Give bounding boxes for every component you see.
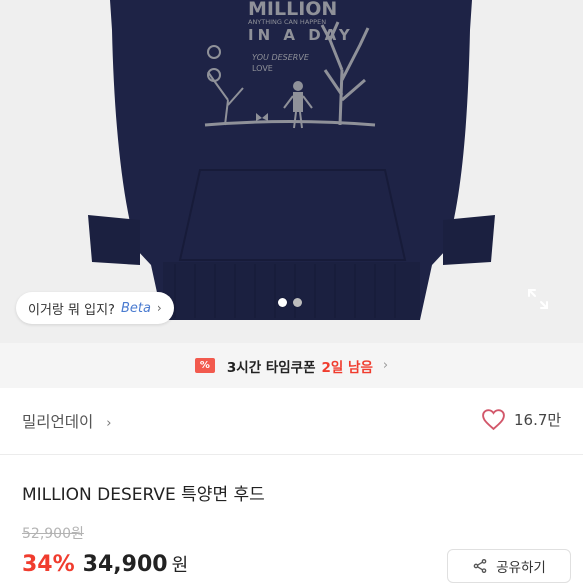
chevron-right-icon: › bbox=[106, 416, 112, 431]
share-label: 공유하기 bbox=[496, 560, 546, 576]
expand-icon[interactable] bbox=[526, 287, 550, 311]
discount-rate: 34% bbox=[22, 552, 75, 577]
chevron-right-icon: › bbox=[382, 358, 389, 373]
chip-label: 이거랑 뭐 입지? bbox=[28, 302, 115, 318]
product-image-carousel[interactable]: MILLION ANYTHING CAN HAPPEN IN A DAY YOU… bbox=[0, 0, 583, 343]
price-row: 34% 34,900 원 bbox=[22, 551, 188, 577]
share-icon bbox=[473, 559, 487, 573]
carousel-dot[interactable] bbox=[293, 298, 302, 307]
coupon-label: 3시간 타임쿠폰 bbox=[226, 359, 316, 376]
brand-name: 밀리언데이 bbox=[22, 413, 94, 431]
brand-row: 밀리언데이 › 16.7만 bbox=[0, 388, 583, 454]
print-you-deserve: YOU DESERVE bbox=[252, 53, 310, 62]
sale-price: 34,900 bbox=[82, 552, 168, 577]
divider bbox=[0, 454, 583, 455]
original-price: 52,900원 bbox=[22, 526, 84, 542]
print-tagline: ANYTHING CAN HAPPEN bbox=[248, 18, 326, 26]
coupon-icon bbox=[194, 358, 215, 373]
coupon-remaining: 2일 남음 bbox=[321, 359, 373, 376]
heart-icon bbox=[482, 409, 505, 431]
beta-label: Beta bbox=[120, 300, 151, 316]
carousel-indicator bbox=[278, 298, 302, 307]
print-subline: IN A DAY bbox=[248, 26, 354, 44]
outfit-suggestion-chip[interactable]: 이거랑 뭐 입지? Beta › bbox=[16, 292, 174, 324]
like-count: 16.7만 bbox=[514, 411, 562, 429]
print-headline: MILLION bbox=[248, 0, 337, 20]
chevron-right-icon: › bbox=[156, 301, 162, 315]
print-love: LOVE bbox=[252, 64, 273, 73]
time-coupon-banner[interactable]: 3시간 타임쿠폰 2일 남음 › bbox=[0, 343, 583, 388]
currency-label: 원 bbox=[171, 555, 189, 576]
brand-link[interactable]: 밀리언데이 › bbox=[22, 410, 111, 432]
product-title: MILLION DESERVE 특양면 후드 bbox=[22, 485, 265, 505]
carousel-dot-active[interactable] bbox=[278, 298, 287, 307]
share-button[interactable]: 공유하기 bbox=[447, 549, 571, 583]
like-button[interactable]: 16.7만 bbox=[481, 407, 561, 432]
